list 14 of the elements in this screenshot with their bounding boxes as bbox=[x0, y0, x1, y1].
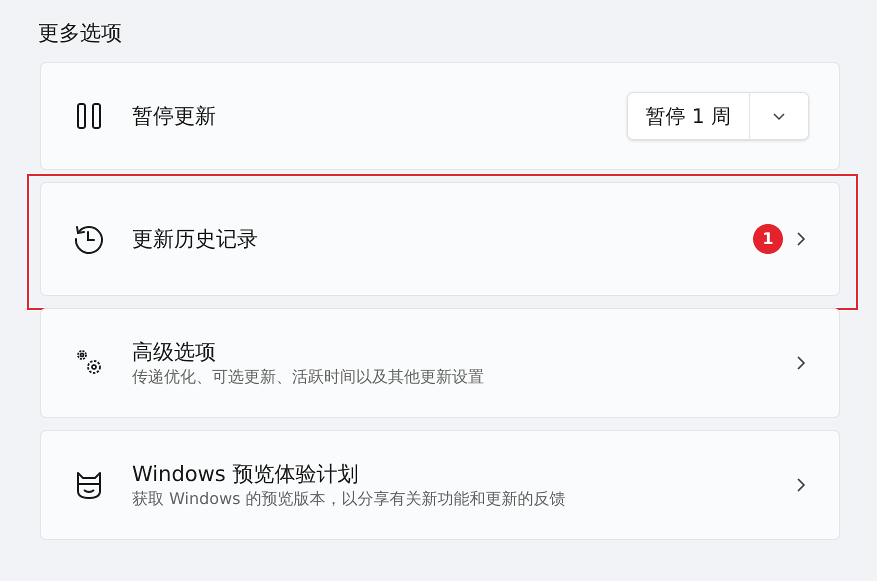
section-title: 更多选项 bbox=[38, 20, 123, 47]
settings-card[interactable]: Windows 预览体验计划 获取 Windows 的预览版本，以分享有关新功能和更新的反馈 bbox=[40, 430, 840, 540]
settings-card[interactable]: 更新历史记录 1 bbox=[40, 182, 840, 296]
settings-card[interactable]: 暂停更新 暂停 1 周 bbox=[40, 62, 840, 170]
setting-title: Windows 预览体验计划 bbox=[132, 461, 360, 488]
notification-badge: 1 bbox=[753, 224, 783, 254]
setting-description: 获取 Windows 的预览版本，以分享有关新功能和更新的反馈 bbox=[132, 488, 567, 510]
dropdown-value[interactable]: 暂停 1 周 bbox=[628, 93, 750, 139]
setting-title: 高级选项 bbox=[132, 339, 217, 366]
setting-title: 暂停更新 bbox=[132, 103, 217, 130]
setting-description: 传递优化、可选更新、活跃时间以及其他更新设置 bbox=[132, 366, 485, 388]
pause-duration-dropdown[interactable]: 暂停 1 周 bbox=[626, 92, 809, 140]
setting-title: 更新历史记录 bbox=[132, 226, 259, 253]
settings-card[interactable]: 高级选项 传递优化、可选更新、活跃时间以及其他更新设置 bbox=[40, 308, 840, 418]
